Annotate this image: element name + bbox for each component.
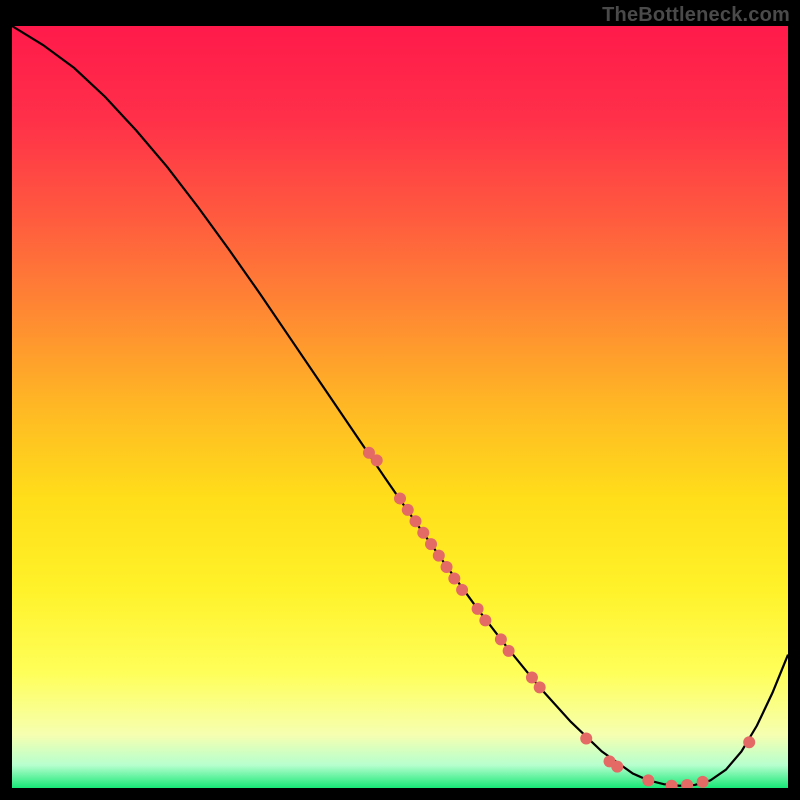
data-point <box>448 572 460 584</box>
data-point <box>402 504 414 516</box>
chart-svg <box>12 26 788 788</box>
data-point <box>441 561 453 573</box>
data-point <box>456 584 468 596</box>
data-point <box>425 538 437 550</box>
data-point <box>611 761 623 773</box>
data-point <box>433 550 445 562</box>
data-point <box>371 454 383 466</box>
data-point <box>479 614 491 626</box>
data-point <box>410 515 422 527</box>
data-point <box>417 527 429 539</box>
data-point <box>534 681 546 693</box>
data-point <box>503 645 515 657</box>
gradient-background <box>12 26 788 788</box>
watermark-text: TheBottleneck.com <box>602 4 790 27</box>
data-point <box>394 492 406 504</box>
data-point <box>642 774 654 786</box>
chart-frame: TheBottleneck.com <box>0 0 800 800</box>
data-point <box>526 672 538 684</box>
plot-area <box>12 26 788 788</box>
data-point <box>580 732 592 744</box>
data-point <box>697 776 709 788</box>
data-point <box>743 736 755 748</box>
data-point <box>495 633 507 645</box>
data-point <box>472 603 484 615</box>
